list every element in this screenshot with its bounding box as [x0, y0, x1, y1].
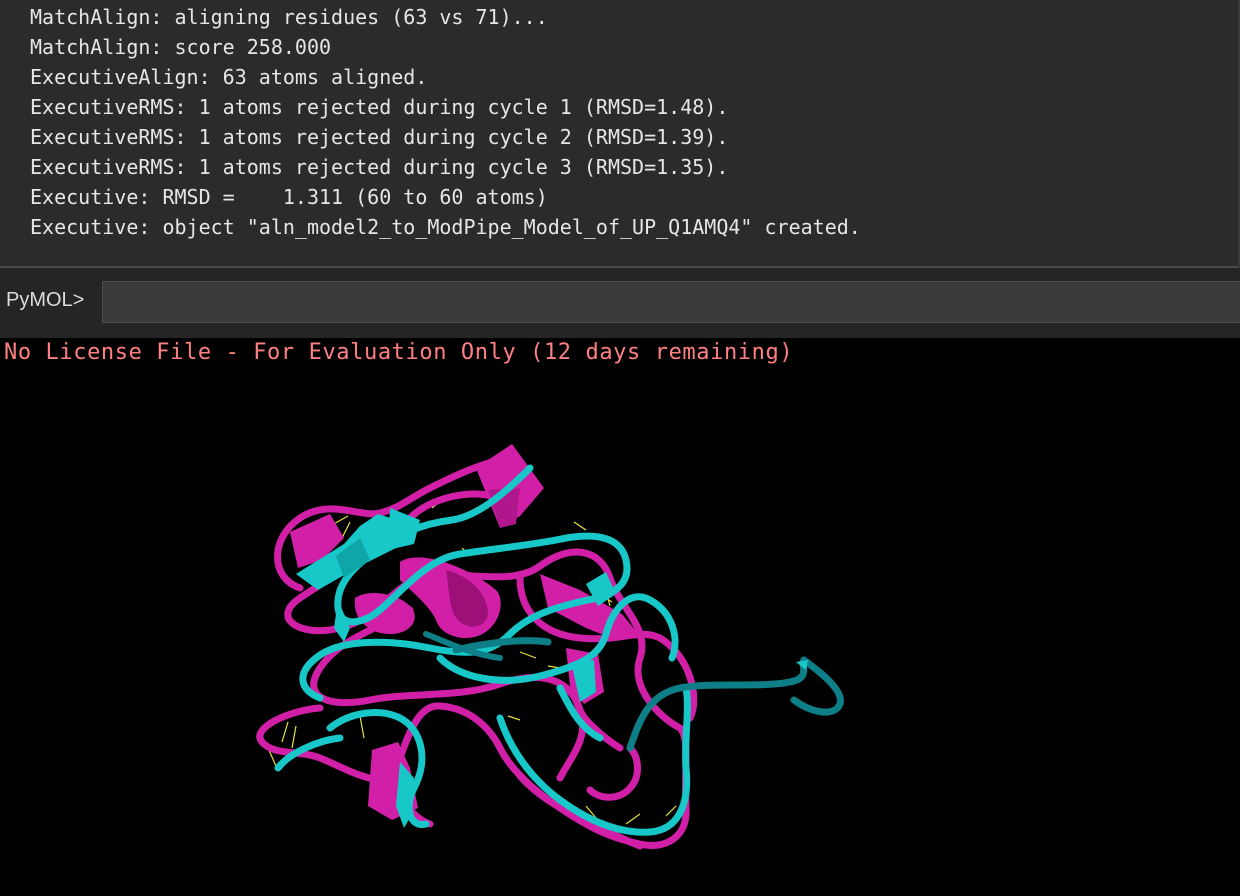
command-input[interactable]: [102, 281, 1240, 323]
license-banner: No License File - For Evaluation Only (1…: [4, 340, 794, 365]
molecular-viewer[interactable]: No License File - For Evaluation Only (1…: [0, 338, 1240, 896]
log-line: MatchAlign: score 258.000: [30, 35, 332, 59]
output-log-panel[interactable]: MatchAlign: aligning residues (63 vs 71)…: [0, 0, 1240, 268]
output-log: MatchAlign: aligning residues (63 vs 71)…: [30, 2, 861, 242]
log-line: MatchAlign: aligning residues (63 vs 71)…: [30, 5, 548, 29]
command-prompt-label: PyMOL>: [6, 289, 85, 311]
log-line: ExecutiveRMS: 1 atoms rejected during cy…: [30, 155, 729, 179]
log-line: ExecutiveRMS: 1 atoms rejected during cy…: [30, 95, 729, 119]
command-bar: PyMOL>: [0, 268, 1240, 338]
log-line: Executive: object "aln_model2_to_ModPipe…: [30, 215, 861, 239]
log-line: Executive: RMSD = 1.311 (60 to 60 atoms): [30, 185, 548, 209]
log-line: ExecutiveAlign: 63 atoms aligned.: [30, 65, 428, 89]
protein-alignment-render[interactable]: [0, 338, 1240, 896]
pymol-window: MatchAlign: aligning residues (63 vs 71)…: [0, 0, 1240, 896]
log-line: ExecutiveRMS: 1 atoms rejected during cy…: [30, 125, 729, 149]
